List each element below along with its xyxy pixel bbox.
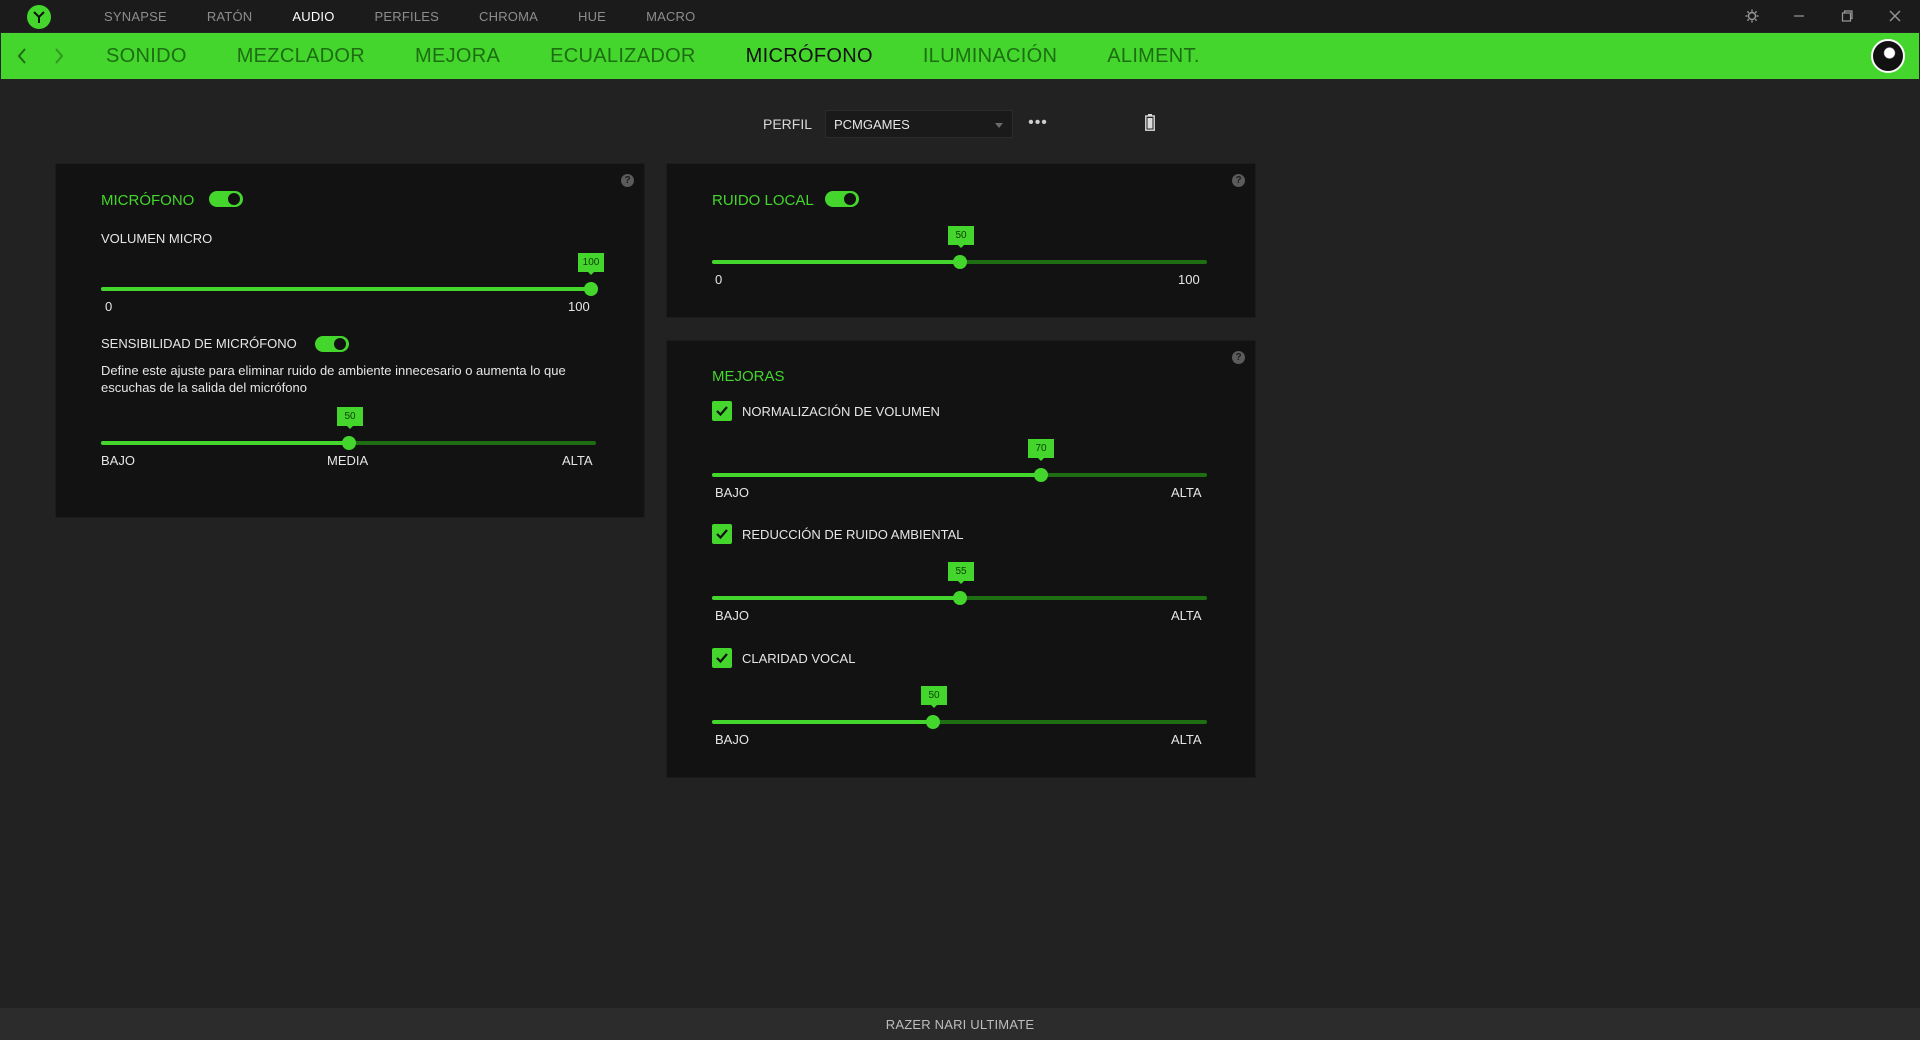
help-icon[interactable]: ? — [621, 174, 634, 187]
slider-thumb[interactable] — [1034, 468, 1049, 482]
mic-sensitivity-value: 50 — [337, 407, 363, 429]
status-bar: RAZER NARI ULTIMATE — [0, 1008, 1920, 1040]
profile-selected-value: PCMGAMES — [834, 117, 910, 132]
sensitivity-high-label: ALTA — [562, 453, 593, 468]
volume-normalization-checkbox[interactable] — [712, 401, 732, 421]
top-nav: SYNAPSE RATÓN AUDIO PERFILES CHROMA HUE … — [104, 0, 735, 32]
vocal-clarity-label: CLARIDAD VOCAL — [742, 651, 856, 666]
enhancements-panel: ? MEJORAS NORMALIZACIÓN DE VOLUMEN 70 BA… — [666, 340, 1256, 778]
local-noise-panel: ? RUIDO LOCAL 50 0 100 — [666, 163, 1256, 318]
mic-volume-slider[interactable] — [101, 282, 598, 296]
noise-reduction-label: REDUCCIÓN DE RUIDO AMBIENTAL — [742, 527, 964, 542]
tab-ecualizador[interactable]: ECUALIZADOR — [550, 45, 696, 68]
mic-sensitivity-label: SENSIBILIDAD DE MICRÓFONO — [101, 336, 297, 351]
tab-mezclador[interactable]: MEZCLADOR — [237, 45, 365, 68]
sensitivity-low-label: BAJO — [101, 453, 135, 468]
slider-thumb[interactable] — [952, 591, 967, 605]
slider-thumb[interactable] — [952, 255, 967, 269]
mic-volume-label: VOLUMEN MICRO — [101, 231, 213, 246]
profile-label: PERFIL — [763, 116, 813, 132]
help-icon[interactable]: ? — [1232, 351, 1245, 364]
vocal-clarity-slider[interactable] — [712, 715, 1207, 729]
close-icon[interactable] — [1872, 0, 1918, 32]
top-nav-hue[interactable]: HUE — [578, 9, 606, 24]
local-noise-max: 100 — [1178, 272, 1200, 287]
noise-reduction-value: 55 — [948, 562, 974, 584]
microphone-toggle[interactable] — [209, 191, 243, 207]
slider-fill — [712, 473, 1042, 477]
microphone-title: MICRÓFONO — [101, 192, 195, 209]
tab-iluminacion[interactable]: ILUMINACIÓN — [923, 45, 1057, 68]
volume-normalization-slider[interactable] — [712, 468, 1207, 482]
microphone-panel: ? MICRÓFONO VOLUMEN MICRO 100 0 100 SENS… — [55, 163, 645, 518]
maximize-icon[interactable] — [1824, 0, 1870, 32]
volume-normalization-high: ALTA — [1171, 485, 1202, 500]
volume-normalization-label: NORMALIZACIÓN DE VOLUMEN — [742, 404, 940, 419]
slider-thumb[interactable] — [341, 436, 356, 450]
chevron-down-icon — [995, 123, 1003, 128]
mic-volume-value: 100 — [578, 253, 604, 275]
mic-volume-max: 100 — [568, 299, 590, 314]
settings-gear-icon[interactable] — [1729, 0, 1775, 32]
vocal-clarity-high: ALTA — [1171, 732, 1202, 747]
tab-mejora[interactable]: MEJORA — [415, 45, 500, 68]
mic-volume-min: 0 — [105, 299, 113, 314]
noise-reduction-high: ALTA — [1171, 608, 1202, 623]
noise-reduction-slider[interactable] — [712, 591, 1207, 605]
noise-reduction-low: BAJO — [715, 608, 749, 623]
sub-nav-bar: SONIDO MEZCLADOR MEJORA ECUALIZADOR MICR… — [1, 33, 1919, 79]
top-nav-macro[interactable]: MACRO — [646, 9, 695, 24]
user-avatar[interactable] — [1871, 39, 1905, 73]
help-icon[interactable]: ? — [1232, 174, 1245, 187]
title-bar: SYNAPSE RATÓN AUDIO PERFILES CHROMA HUE … — [0, 0, 1920, 32]
top-nav-audio[interactable]: AUDIO — [292, 9, 334, 24]
mic-sensitivity-slider[interactable] — [101, 436, 596, 450]
device-name: RAZER NARI ULTIMATE — [885, 1016, 1035, 1032]
top-nav-synapse[interactable]: SYNAPSE — [104, 9, 167, 24]
mic-sensitivity-description: Define este ajuste para eliminar ruido d… — [101, 363, 566, 395]
slider-thumb[interactable] — [584, 282, 598, 296]
slider-thumb[interactable] — [925, 715, 940, 729]
battery-icon[interactable] — [1145, 114, 1155, 131]
tab-microfono[interactable]: MICRÓFONO — [746, 45, 873, 68]
more-options-button[interactable]: ••• — [1027, 114, 1049, 134]
back-arrow-icon[interactable] — [10, 43, 34, 69]
local-noise-min: 0 — [715, 272, 723, 287]
mic-sensitivity-toggle[interactable] — [315, 336, 349, 352]
local-noise-title: RUIDO LOCAL — [712, 192, 814, 209]
top-nav-chroma[interactable]: CHROMA — [479, 9, 538, 24]
top-nav-raton[interactable]: RATÓN — [207, 9, 253, 24]
slider-fill — [101, 287, 591, 291]
local-noise-slider[interactable] — [712, 255, 1207, 269]
razer-logo-icon[interactable] — [27, 5, 51, 29]
local-noise-toggle[interactable] — [825, 191, 859, 207]
vocal-clarity-checkbox[interactable] — [712, 648, 732, 668]
slider-fill — [101, 441, 349, 445]
forward-arrow-icon[interactable] — [47, 43, 71, 69]
enhancements-title: MEJORAS — [712, 368, 785, 385]
local-noise-value: 50 — [948, 226, 974, 248]
sensitivity-mid-label: MEDIA — [327, 453, 369, 468]
minimize-icon[interactable] — [1776, 0, 1822, 32]
volume-normalization-low: BAJO — [715, 485, 749, 500]
volume-normalization-value: 70 — [1028, 439, 1054, 461]
vocal-clarity-low: BAJO — [715, 732, 749, 747]
noise-reduction-checkbox[interactable] — [712, 524, 732, 544]
top-nav-perfiles[interactable]: PERFILES — [375, 9, 439, 24]
tab-sonido[interactable]: SONIDO — [106, 45, 187, 68]
slider-fill — [712, 720, 933, 724]
sub-nav: SONIDO MEZCLADOR MEJORA ECUALIZADOR MICR… — [106, 33, 1250, 79]
tab-aliment[interactable]: ALIMENT. — [1107, 45, 1199, 68]
profile-dropdown[interactable]: PCMGAMES — [825, 110, 1013, 138]
slider-fill — [712, 260, 960, 264]
slider-fill — [712, 596, 960, 600]
vocal-clarity-value: 50 — [921, 686, 947, 708]
